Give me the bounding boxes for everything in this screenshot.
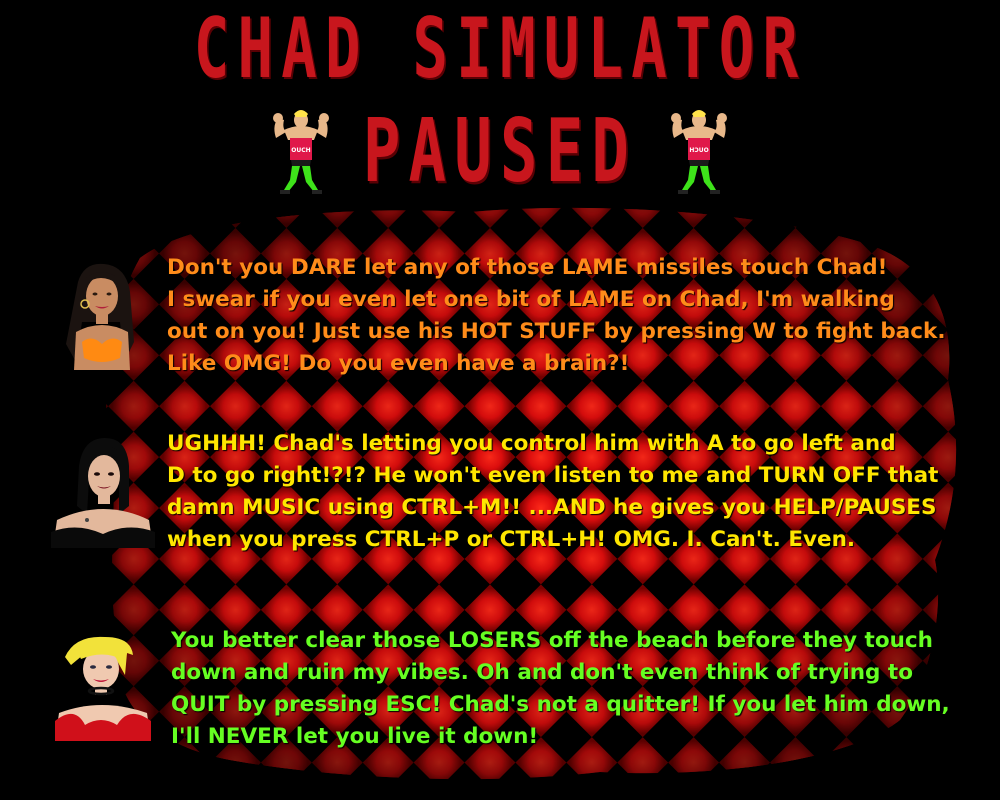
girlfriend-message: UGHHH! Chad's letting you control him wi…	[167, 431, 939, 552]
goth-girl-portrait	[51, 438, 155, 548]
girlfriend-message: You better clear those LOSERS off the be…	[171, 628, 950, 749]
flexing-chad-icon: OUCH	[671, 110, 727, 194]
shirt-text: OUCH	[689, 147, 708, 154]
brunette-girl-portrait	[66, 263, 134, 370]
blonde-girl-portrait	[55, 636, 151, 741]
pause-screen: CHAD SIMULATOR PAUSED OUCH OUCH Don't yo…	[0, 0, 1000, 800]
paused-label: PAUSED	[362, 99, 638, 202]
game-title: CHAD SIMULATOR	[193, 0, 807, 97]
flexing-chad-icon: OUCH	[273, 110, 329, 194]
girlfriend-message: Don't you DARE let any of those LAME mis…	[167, 255, 946, 376]
shirt-text: OUCH	[291, 147, 310, 154]
